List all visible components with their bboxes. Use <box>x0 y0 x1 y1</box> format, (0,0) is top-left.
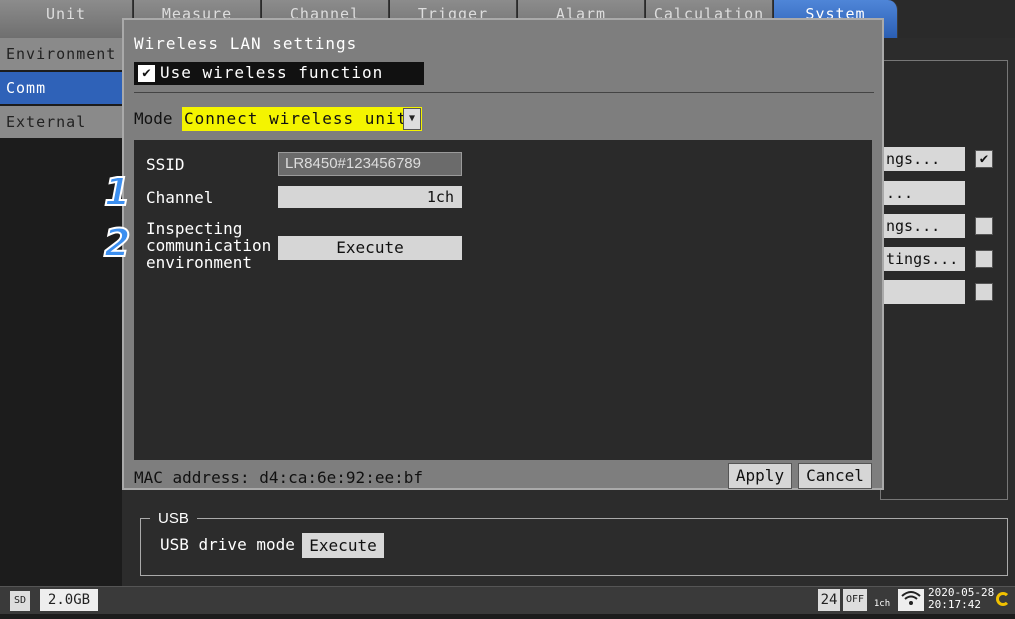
bg-checkbox-3[interactable] <box>975 250 993 268</box>
bg-settings-button-4[interactable]: tings... <box>880 247 965 271</box>
usb-execute-button[interactable]: Execute <box>302 533 384 558</box>
usb-drive-mode-label: USB drive mode <box>160 535 295 554</box>
use-wireless-checkbox-row[interactable]: ✔ Use wireless function <box>134 62 424 85</box>
inspect-execute-button[interactable]: Execute <box>278 236 462 260</box>
bg-checkbox-2[interactable] <box>975 217 993 235</box>
wifi-channel-indicator: 1ch <box>873 599 891 609</box>
mac-address: MAC address: d4:ca:6e:92:ee:bf <box>134 468 423 487</box>
inspect-label-line-1: Inspecting <box>146 219 243 238</box>
dialog-title: Wireless LAN settings <box>134 34 358 53</box>
tab-unit[interactable]: Unit <box>0 0 133 38</box>
step-marker-1: 1 <box>103 170 131 214</box>
use-wireless-label: Use wireless function <box>160 63 384 82</box>
sidebar-item-comm[interactable]: Comm <box>0 72 122 104</box>
usb-group-label: USB <box>150 510 197 527</box>
bg-settings-button-5[interactable] <box>880 280 965 304</box>
sidebar-item-environment[interactable]: Environment <box>0 38 122 70</box>
badge-24: 24 <box>818 589 840 611</box>
sidebar-item-external[interactable]: External <box>0 106 122 138</box>
busy-indicator-icon <box>996 592 1010 606</box>
cancel-button[interactable]: Cancel <box>798 463 872 489</box>
sd-card-icon: SD <box>10 591 30 611</box>
mode-select[interactable]: Connect wireless unit <box>182 107 422 131</box>
bg-settings-button-3[interactable]: ngs... <box>880 214 965 238</box>
time-text: 20:17:42 <box>928 598 981 611</box>
channel-field[interactable]: 1ch <box>278 186 462 208</box>
datetime: 2020-05-28 20:17:42 <box>928 587 994 611</box>
use-wireless-checkbox[interactable]: ✔ <box>138 65 155 82</box>
bg-checkbox-1[interactable]: ✔ <box>975 150 993 168</box>
divider <box>134 92 874 93</box>
bg-checkbox-4[interactable] <box>975 283 993 301</box>
inspect-label-line-3: environment <box>146 253 252 272</box>
inspect-label-line-2: communication <box>146 236 272 255</box>
wifi-signal-icon <box>898 589 924 611</box>
wireless-settings-panel: SSID LR8450#123456789 Channel 1ch Inspec… <box>134 140 872 460</box>
bg-settings-button-2[interactable]: ... <box>880 181 965 205</box>
bg-settings-button-1[interactable]: ngs... <box>880 147 965 171</box>
chevron-down-icon[interactable]: ▼ <box>403 108 421 130</box>
apply-button[interactable]: Apply <box>728 463 792 489</box>
wireless-lan-dialog: Wireless LAN settings ✔ Use wireless fun… <box>122 18 884 490</box>
step-marker-2: 2 <box>103 221 131 265</box>
sd-free-space: 2.0GB <box>40 589 98 611</box>
ssid-label: SSID <box>146 155 185 174</box>
badge-off: OFF <box>843 589 867 611</box>
sidebar: Environment Comm External <box>0 38 122 140</box>
channel-label: Channel <box>146 188 214 207</box>
wifi-icon <box>901 591 921 605</box>
mode-label: Mode <box>134 109 173 128</box>
ssid-field: LR8450#123456789 <box>278 152 462 176</box>
